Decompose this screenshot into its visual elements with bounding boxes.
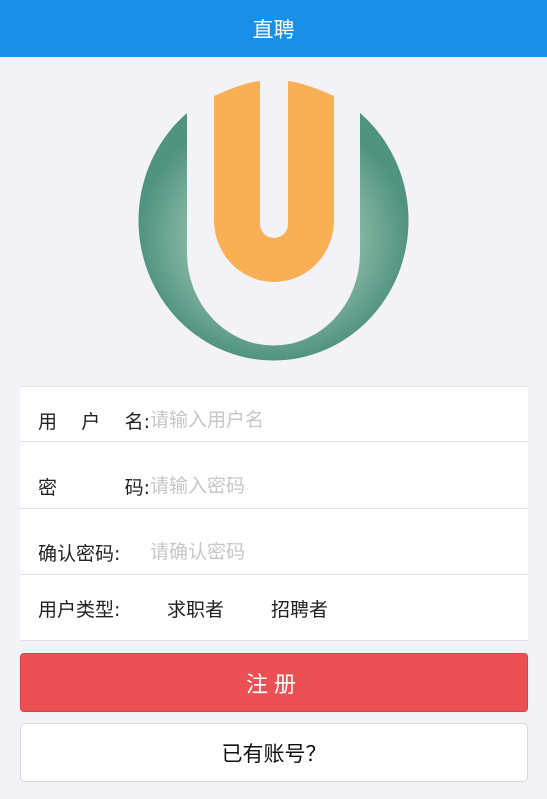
u-logo-icon xyxy=(138,81,409,361)
user-type-label: 用户类型: xyxy=(38,598,121,621)
app-logo xyxy=(0,78,547,363)
confirm-password-label: 确认密码: xyxy=(38,542,121,565)
app-header: 直聘 xyxy=(0,0,547,57)
register-form: 用 户 名: 密 码: 确认密码: 用户类型: 求职者 招聘者 xyxy=(20,386,528,641)
confirm-password-input[interactable] xyxy=(150,532,510,572)
username-label: 用 户 名: xyxy=(38,410,150,433)
password-label: 密 码: xyxy=(38,476,150,499)
option-job-seeker[interactable]: 求职者 xyxy=(167,595,224,622)
header-title: 直聘 xyxy=(252,17,295,42)
register-button[interactable]: 注册 xyxy=(20,653,528,712)
divider xyxy=(20,508,528,509)
divider xyxy=(20,441,528,442)
user-type-row: 用户类型: 求职者 招聘者 xyxy=(20,575,528,641)
username-input[interactable] xyxy=(150,400,510,440)
password-input[interactable] xyxy=(150,466,510,506)
option-recruiter[interactable]: 招聘者 xyxy=(271,595,328,622)
have-account-button[interactable]: 已有账号？ xyxy=(20,723,528,782)
username-row: 用 户 名: xyxy=(20,387,528,453)
password-row: 密 码: xyxy=(20,453,528,519)
